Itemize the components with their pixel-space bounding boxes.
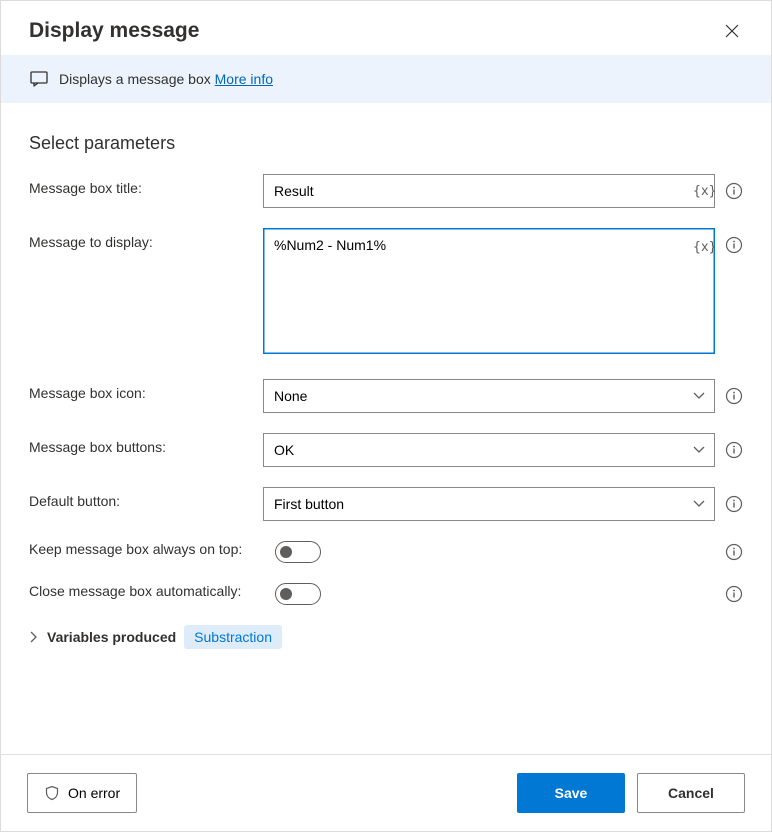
- insert-variable-button[interactable]: {x}: [687, 236, 709, 258]
- message-box-buttons-select[interactable]: OK: [263, 433, 715, 467]
- param-label: Close message box automatically:: [29, 583, 275, 599]
- on-error-label: On error: [68, 785, 120, 801]
- default-button-select[interactable]: First button: [263, 487, 715, 521]
- param-label: Message box icon:: [29, 379, 263, 401]
- shield-icon: [44, 785, 60, 801]
- param-message-box-icon: Message box icon: None: [29, 379, 743, 413]
- info-icon[interactable]: [725, 236, 743, 254]
- dialog-header: Display message: [1, 1, 771, 55]
- param-close-automatically: Close message box automatically:: [29, 583, 743, 605]
- param-label: Message box buttons:: [29, 433, 263, 455]
- info-icon[interactable]: [725, 387, 743, 405]
- dialog-title: Display message: [29, 19, 199, 43]
- message-box-icon-select[interactable]: None: [263, 379, 715, 413]
- param-keep-on-top: Keep message box always on top:: [29, 541, 743, 563]
- more-info-link[interactable]: More info: [215, 71, 273, 87]
- keep-on-top-toggle[interactable]: [275, 541, 321, 563]
- info-icon[interactable]: [725, 182, 743, 200]
- insert-variable-button[interactable]: {x}: [687, 180, 709, 202]
- section-title: Select parameters: [29, 133, 743, 154]
- message-to-display-input[interactable]: [263, 228, 715, 354]
- cancel-button[interactable]: Cancel: [637, 773, 745, 813]
- chevron-right-icon[interactable]: [29, 631, 39, 643]
- param-message-to-display: Message to display: {x}: [29, 228, 743, 359]
- on-error-button[interactable]: On error: [27, 773, 137, 813]
- save-button[interactable]: Save: [517, 773, 625, 813]
- param-label: Default button:: [29, 487, 263, 509]
- info-description: Displays a message box: [59, 71, 211, 87]
- variables-produced-row: Variables produced Substraction: [29, 625, 743, 649]
- message-box-title-input[interactable]: [263, 174, 715, 208]
- close-automatically-toggle[interactable]: [275, 583, 321, 605]
- param-message-box-title: Message box title: {x}: [29, 174, 743, 208]
- param-label: Message to display:: [29, 228, 263, 250]
- info-icon[interactable]: [725, 495, 743, 513]
- info-bar: Displays a message box More info: [1, 55, 771, 103]
- param-label: Message box title:: [29, 174, 263, 196]
- param-label: Keep message box always on top:: [29, 541, 275, 557]
- toggle-thumb: [280, 546, 292, 558]
- param-message-box-buttons: Message box buttons: OK: [29, 433, 743, 467]
- parameters-panel: Select parameters Message box title: {x}…: [1, 103, 771, 754]
- toggle-thumb: [280, 588, 292, 600]
- info-icon[interactable]: [725, 543, 743, 561]
- variable-pill[interactable]: Substraction: [184, 625, 282, 649]
- dialog-footer: On error Save Cancel: [1, 754, 771, 831]
- info-icon[interactable]: [725, 585, 743, 603]
- close-button[interactable]: [721, 20, 743, 42]
- param-default-button: Default button: First button: [29, 487, 743, 521]
- info-icon[interactable]: [725, 441, 743, 459]
- close-icon: [725, 24, 739, 38]
- info-text: Displays a message box More info: [59, 71, 273, 87]
- variables-produced-label: Variables produced: [47, 629, 176, 645]
- message-box-icon: [29, 69, 49, 89]
